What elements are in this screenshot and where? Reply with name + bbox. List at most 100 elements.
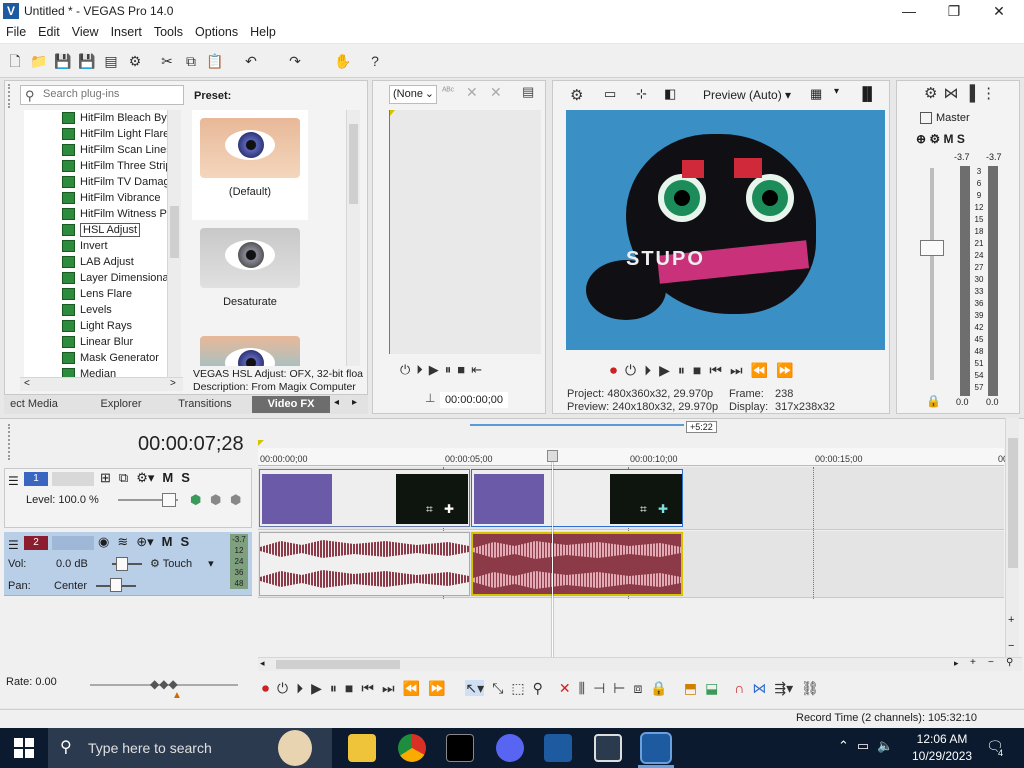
maximize-button[interactable]: ❐	[931, 0, 977, 23]
minimize-button[interactable]: —	[886, 0, 932, 23]
menu-edit[interactable]: Edit	[32, 23, 66, 39]
master-fader[interactable]	[920, 240, 944, 256]
settings-icon[interactable]: ⚙	[570, 86, 583, 104]
composite-mode-icon[interactable]: ⬢	[190, 492, 201, 508]
pause-icon[interactable]: ⏸	[330, 680, 337, 696]
save-as-icon[interactable]: 💾	[78, 52, 96, 70]
plugin-list-hscrollbar[interactable]: < >	[20, 377, 183, 391]
go-to-start-icon[interactable]: ⏮	[709, 362, 722, 378]
selection-tool-icon[interactable]: ⬚	[511, 680, 524, 696]
settings-icon[interactable]: ⚙	[924, 85, 943, 102]
collapse-icon[interactable]: ☰	[8, 474, 19, 488]
master-fx-icon[interactable]	[920, 112, 932, 125]
loop-icon[interactable]: ⏻	[400, 362, 410, 377]
menu-help[interactable]: Help	[244, 23, 282, 39]
scroll-left-icon[interactable]: ◂	[260, 658, 265, 669]
chrome-icon[interactable]	[398, 734, 426, 762]
playhead[interactable]	[552, 452, 553, 657]
motion-blur-icon[interactable]: ⬢	[210, 492, 221, 508]
tab-project-media[interactable]: ect Media	[4, 396, 64, 413]
discord-icon[interactable]	[496, 734, 524, 762]
prev-frame-icon[interactable]: ⇤	[471, 362, 482, 377]
record-icon[interactable]: ⏺	[262, 680, 269, 696]
split-screen-icon[interactable]: ⊹	[636, 86, 647, 102]
stop-icon[interactable]: ■	[693, 362, 701, 378]
loop-icon[interactable]: ⏻	[277, 680, 288, 696]
plugin-item[interactable]: HitFilm Bleach Byp	[24, 110, 167, 126]
tab-explorer[interactable]: Explorer	[86, 396, 156, 413]
pan-icon[interactable]: ⊕	[916, 132, 926, 146]
scroll-thumb[interactable]	[170, 206, 179, 258]
menu-insert[interactable]: Insert	[105, 23, 148, 39]
tab-video-fx[interactable]: Video FX	[252, 396, 330, 413]
auto-crossfade-icon[interactable]: ⋈	[752, 680, 766, 696]
plugin-item[interactable]: Linear Blur	[24, 334, 167, 350]
stop-icon[interactable]: ■	[345, 680, 353, 696]
downmix-icon[interactable]: ⋈	[943, 85, 964, 102]
properties-icon[interactable]: ⚙	[126, 52, 144, 70]
plugin-item[interactable]: HitFilm Witness Pr	[24, 206, 167, 222]
selection-bar[interactable]	[470, 424, 684, 426]
scroll-thumb[interactable]	[349, 124, 358, 204]
scroll-thumb[interactable]	[1008, 438, 1018, 568]
go-to-end-icon[interactable]: ⏭	[730, 362, 743, 378]
next-frame-icon[interactable]: ⏩	[428, 680, 445, 696]
scroll-right-icon[interactable]: >	[170, 378, 176, 389]
play-icon[interactable]: ▶	[659, 362, 670, 378]
lock-envelopes-icon[interactable]: ⛓	[801, 680, 819, 696]
preview-quality[interactable]: Preview (Auto) ▾	[703, 88, 791, 102]
terminal-icon[interactable]	[446, 734, 474, 762]
lock-icon[interactable]: 🔒	[926, 394, 941, 408]
scroll-thumb[interactable]	[276, 660, 400, 669]
arm-record-icon[interactable]: ◉	[98, 534, 109, 549]
3d-viewer-icon[interactable]	[594, 734, 622, 762]
plugin-item-selected[interactable]: HSL Adjust	[24, 222, 167, 238]
play-from-start-icon[interactable]: ⏵	[416, 362, 423, 377]
track-motion-icon[interactable]: ⬢	[230, 492, 241, 508]
cut-icon[interactable]: ✂	[158, 52, 176, 70]
enable-snapping-icon[interactable]: ✋	[334, 52, 352, 70]
plugin-item[interactable]: HitFilm TV Damage	[24, 174, 167, 190]
automation-mode[interactable]: ⚙ Touch ▾	[150, 557, 214, 570]
scroll-right-icon[interactable]: ▸	[954, 658, 959, 669]
plugin-item[interactable]: HitFilm Scan Lines	[24, 142, 167, 158]
track-fx-icon[interactable]: ⊕▾	[136, 534, 153, 549]
audio-clip[interactable]	[259, 532, 470, 596]
delete-icon[interactable]: ✕	[559, 680, 571, 696]
prev-frame-icon[interactable]: ⏪	[403, 680, 420, 696]
paste-icon[interactable]: 📋	[206, 52, 224, 70]
region-insert-icon[interactable]: ⬓	[705, 680, 718, 696]
fx-icon[interactable]: ✚	[444, 502, 454, 516]
network-icon[interactable]: ▭	[857, 738, 877, 753]
tab-transitions[interactable]: Transitions	[168, 396, 242, 413]
plugin-item[interactable]: HitFilm Three Strip	[24, 158, 167, 174]
invert-phase-icon[interactable]: ≋	[117, 534, 128, 549]
clock[interactable]: 12:06 AM 10/29/2023	[912, 731, 972, 765]
master-solo[interactable]: S	[957, 132, 965, 146]
grid-icon[interactable]: ▦	[810, 86, 822, 102]
pan-slider[interactable]	[110, 578, 122, 592]
go-to-start-icon[interactable]: ⏮	[361, 680, 374, 696]
track-name-field[interactable]	[52, 472, 94, 486]
plugin-item[interactable]: Layer Dimensional	[24, 270, 167, 286]
lock-icon[interactable]: 🔒	[650, 680, 667, 696]
compositing-icon[interactable]: ⊞	[100, 470, 111, 485]
plugin-item[interactable]: HitFilm Light Flares	[24, 126, 167, 142]
stop-icon[interactable]: ■	[457, 362, 465, 377]
track-name-field[interactable]	[52, 536, 94, 550]
trimmer-timecode[interactable]: 00:00:00;00	[440, 392, 508, 408]
menu-view[interactable]: View	[66, 23, 105, 39]
clear-icon[interactable]: ✕	[466, 84, 478, 101]
loop-icon[interactable]: ⏻	[625, 362, 636, 378]
mute-button[interactable]: M	[162, 470, 173, 485]
zoom-tool-icon[interactable]: ⚲	[533, 680, 543, 696]
crop-icon[interactable]: ⌗	[640, 502, 647, 517]
timeline-timecode[interactable]: 00:00:07;28	[138, 433, 244, 456]
preset-third[interactable]	[192, 336, 308, 366]
zoom-out-icon[interactable]: −	[1008, 640, 1014, 652]
help-icon[interactable]: ?	[366, 52, 384, 70]
play-from-start-icon[interactable]: ⏵	[644, 362, 651, 378]
plugin-item[interactable]: HitFilm Vibrance	[24, 190, 167, 206]
mute-button[interactable]: M	[162, 534, 173, 549]
pane-grip[interactable]	[8, 84, 16, 108]
